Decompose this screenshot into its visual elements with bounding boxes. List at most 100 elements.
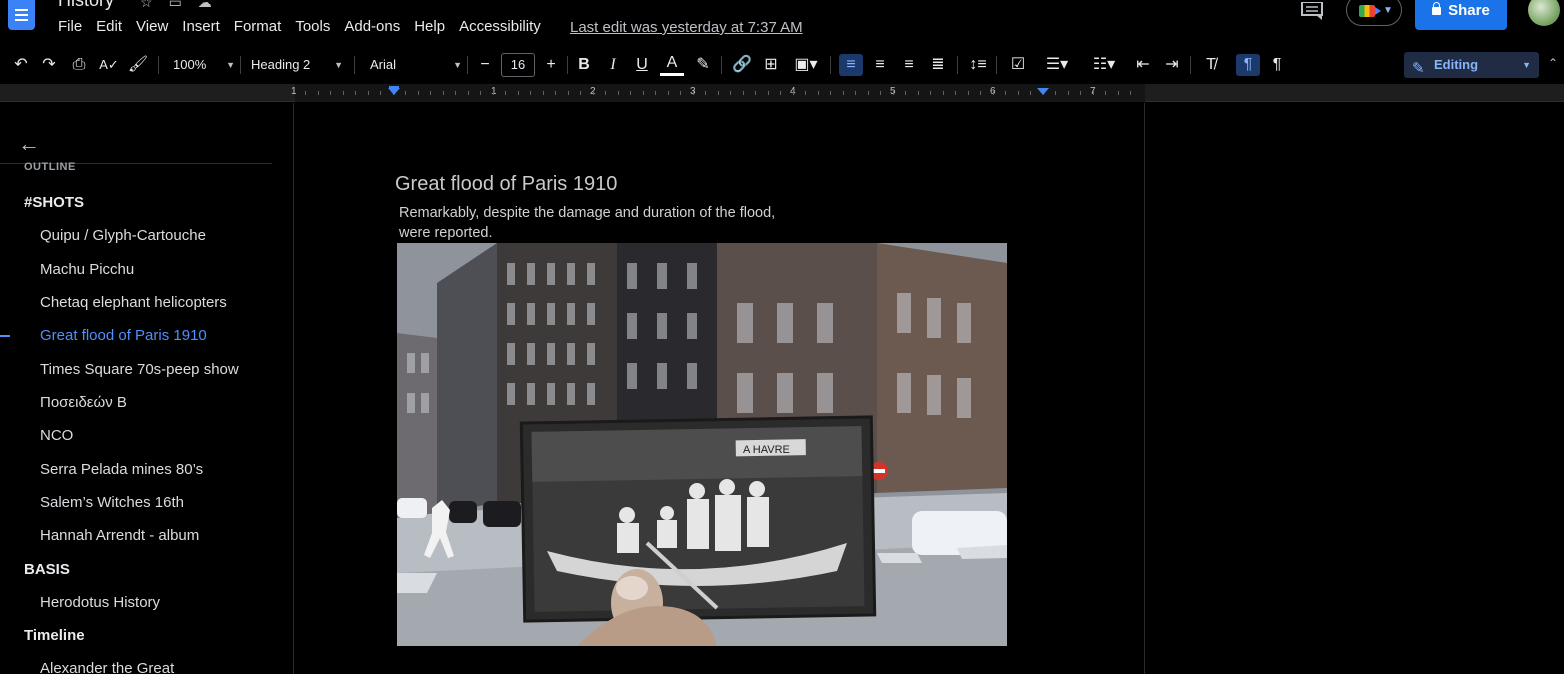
menu-accessibility[interactable]: Accessibility bbox=[459, 18, 541, 35]
ruler-tick bbox=[843, 91, 844, 95]
ruler-number: 1 bbox=[291, 86, 297, 97]
toolbar-divider bbox=[830, 56, 831, 74]
editing-mode-dropdown[interactable]: ✎ Editing ▼ bbox=[1404, 52, 1539, 78]
menu-format[interactable]: Format bbox=[234, 18, 282, 35]
meet-button[interactable]: ▼ bbox=[1346, 0, 1402, 26]
menu-edit[interactable]: Edit bbox=[96, 18, 122, 35]
account-avatar[interactable] bbox=[1528, 0, 1560, 26]
align-right-icon[interactable]: ≡ bbox=[897, 54, 921, 76]
last-edit-link[interactable]: Last edit was yesterday at 7:37 AM bbox=[570, 19, 803, 36]
font-dropdown[interactable]: Arial ▼ bbox=[370, 54, 462, 76]
ruler-tick bbox=[643, 91, 644, 95]
horizontal-ruler[interactable]: 1 1 2 3 4 5 6 7 bbox=[0, 84, 1564, 102]
outline-item-great-flood[interactable]: Great flood of Paris 1910 bbox=[40, 327, 207, 344]
document-title[interactable]: History bbox=[58, 0, 114, 11]
ruler-tick bbox=[705, 91, 706, 95]
menu-view[interactable]: View bbox=[136, 18, 168, 35]
add-comment-icon[interactable]: ⊞ bbox=[760, 54, 782, 76]
docs-logo-icon[interactable] bbox=[8, 0, 35, 30]
ruler-tick bbox=[493, 91, 494, 95]
ruler-tick bbox=[880, 91, 881, 95]
outline-item-salem[interactable]: Salem’s Witches 16th bbox=[40, 494, 184, 511]
outline-item-times-square[interactable]: Times Square 70s-peep show bbox=[40, 361, 239, 378]
document-paragraph[interactable]: Remarkably, despite the damage and durat… bbox=[399, 203, 819, 243]
share-button[interactable]: Share bbox=[1415, 0, 1507, 30]
right-indent-marker[interactable] bbox=[1037, 88, 1049, 95]
bulleted-list-icon[interactable]: ☰▾ bbox=[1037, 54, 1077, 76]
chevron-up-icon[interactable]: ⌃ bbox=[1548, 56, 1558, 70]
checklist-icon[interactable]: ☑ bbox=[1006, 54, 1030, 76]
toolbar-divider bbox=[721, 56, 722, 74]
align-center-icon[interactable]: ≡ bbox=[868, 54, 892, 76]
ruler-tick bbox=[1068, 91, 1069, 95]
clear-formatting-icon[interactable]: T̸ bbox=[1199, 54, 1223, 76]
numbered-list-icon[interactable]: ☷▾ bbox=[1084, 54, 1124, 76]
formatting-toolbar: ↶ ↷ ⎙ A✓ 🖌 100% ▼ Heading 2 ▼ Arial ▼ − … bbox=[0, 44, 1564, 84]
toolbar-divider bbox=[567, 56, 568, 74]
outline-item-herodotus[interactable]: Herodotus History bbox=[40, 594, 160, 611]
decrease-font-size-button[interactable]: − bbox=[474, 54, 496, 76]
ruler-tick bbox=[355, 91, 356, 95]
ruler-tick bbox=[668, 91, 669, 95]
comment-history-icon[interactable] bbox=[1300, 2, 1324, 20]
undo-icon[interactable]: ↶ bbox=[10, 54, 32, 76]
outline-item-nco[interactable]: NCO bbox=[40, 427, 73, 444]
outline-item-machu-picchu[interactable]: Machu Picchu bbox=[40, 261, 134, 278]
paragraph-style-dropdown[interactable]: Heading 2 ▼ bbox=[251, 54, 343, 76]
menu-file[interactable]: File bbox=[58, 18, 82, 35]
document-heading[interactable]: Great flood of Paris 1910 bbox=[395, 173, 617, 196]
highlight-color-icon[interactable]: ✎ bbox=[692, 54, 714, 76]
ruler-tick bbox=[505, 91, 506, 95]
insert-link-icon[interactable]: 🔗 bbox=[731, 54, 753, 76]
ruler-tick bbox=[1130, 91, 1131, 95]
cloud-status-icon[interactable]: ☁ bbox=[198, 0, 228, 10]
right-to-left-icon[interactable]: ¶ bbox=[1265, 54, 1289, 76]
outline-item-chetaq[interactable]: Chetaq elephant helicopters bbox=[40, 294, 227, 311]
ruler-tick bbox=[480, 91, 481, 95]
increase-indent-icon[interactable]: ⇥ bbox=[1160, 54, 1184, 76]
increase-font-size-button[interactable]: + bbox=[540, 54, 562, 76]
star-icon[interactable]: ☆ bbox=[140, 0, 169, 10]
outline-heading: OUTLINE bbox=[24, 161, 76, 173]
move-icon[interactable]: ▭ bbox=[169, 0, 198, 10]
flood-photo-image[interactable]: A HAVRE bbox=[397, 243, 1007, 646]
left-to-right-icon[interactable]: ¶ bbox=[1236, 54, 1260, 76]
line-spacing-icon[interactable]: ↕≡ bbox=[966, 54, 990, 76]
ruler-tick bbox=[543, 91, 544, 95]
bold-button[interactable]: B bbox=[573, 54, 595, 76]
menu-insert[interactable]: Insert bbox=[182, 18, 220, 35]
outline-item-basis[interactable]: BASIS bbox=[24, 561, 70, 578]
justify-icon[interactable]: ≣ bbox=[926, 54, 950, 76]
left-indent-marker[interactable] bbox=[388, 88, 400, 95]
outline-item-poseideon[interactable]: Ποσειδεών Β bbox=[40, 394, 127, 411]
decrease-indent-icon[interactable]: ⇤ bbox=[1131, 54, 1155, 76]
zoom-dropdown[interactable]: 100% ▼ bbox=[173, 54, 235, 76]
outline-item-shots[interactable]: #SHOTS bbox=[24, 194, 84, 211]
italic-button[interactable]: I bbox=[602, 54, 624, 76]
spellcheck-icon[interactable]: A✓ bbox=[98, 54, 120, 76]
print-icon[interactable]: ⎙ bbox=[68, 54, 90, 76]
menu-tools[interactable]: Tools bbox=[295, 18, 330, 35]
ruler-tick bbox=[1118, 91, 1119, 95]
text-color-button[interactable]: A bbox=[660, 54, 684, 76]
redo-icon[interactable]: ↷ bbox=[38, 54, 60, 76]
underline-button[interactable]: U bbox=[631, 54, 653, 76]
ruler-tick bbox=[718, 91, 719, 95]
menu-add-ons[interactable]: Add-ons bbox=[344, 18, 400, 35]
outline-item-alexander[interactable]: Alexander the Great bbox=[40, 660, 174, 674]
font-size-input[interactable]: 16 bbox=[501, 53, 535, 77]
share-label: Share bbox=[1448, 1, 1490, 19]
insert-image-icon[interactable]: ▣▾ bbox=[789, 54, 823, 76]
menu-help[interactable]: Help bbox=[414, 18, 445, 35]
outline-item-serra-pelada[interactable]: Serra Pelada mines 80’s bbox=[40, 461, 203, 478]
paint-format-icon[interactable]: 🖌 bbox=[127, 54, 149, 76]
ruler-tick bbox=[793, 91, 794, 95]
outline-item-hannah-arrendt[interactable]: Hannah Arrendt - album bbox=[40, 527, 199, 544]
align-left-icon[interactable]: ≡ bbox=[839, 54, 863, 76]
outline-item-timeline[interactable]: Timeline bbox=[24, 627, 85, 644]
outline-item-quipu[interactable]: Quipu / Glyph-Cartouche bbox=[40, 227, 206, 244]
chevron-down-icon: ▼ bbox=[334, 60, 343, 70]
ruler-tick bbox=[343, 91, 344, 95]
back-arrow-icon[interactable]: ← bbox=[18, 131, 40, 157]
photo-shop-sign: A HAVRE bbox=[743, 444, 790, 456]
